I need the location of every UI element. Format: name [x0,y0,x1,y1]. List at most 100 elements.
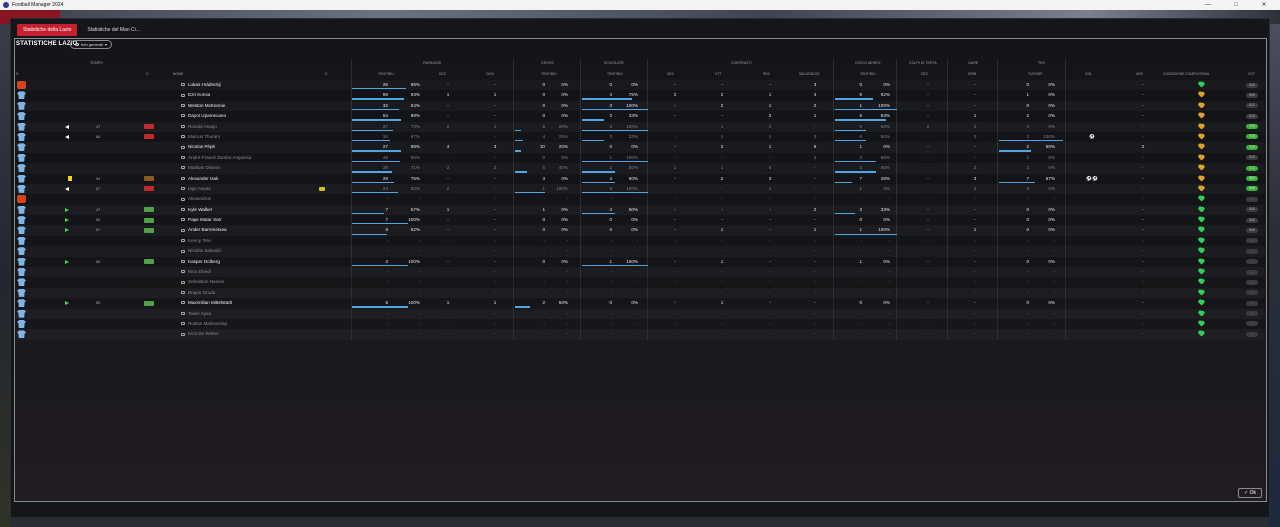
cell-cross-pct: - [566,310,568,316]
player-name[interactable]: Nicolás Salvadó [181,246,221,256]
col-sciv-tent[interactable]: TENT/RIU [607,72,623,76]
player-name[interactable]: Nico Elvedi [181,267,211,277]
player-name[interactable]: Kasper Dolberg [181,257,220,267]
player-name[interactable]: Lukas Hrádecký [181,80,221,90]
table-row[interactable]: Alexandros - - - - - - - - - - - - - - - - - - - - [16,194,1265,205]
table-row[interactable]: Dayot Upamecano 54 88% - -0 0% 3 33% - -3 1 6 83% -1 2… [16,111,1265,122]
table-row[interactable]: 80 Maximilian Mittelstädt 6 100% 1 1 2 50% 0 0% -1… [16,298,1265,309]
table-row[interactable]: Mathias Olivera 28 71% 2 2 5 40% 2 50% 1 1 5-3 66% -2… [16,163,1265,173]
cell-aereo: - [860,310,862,316]
cell-tiri-pct: 0% [1048,82,1055,87]
table-row[interactable]: Nicolas Pépé 27 88% 4 3 10 20% 0 0% -2 1 6 1 0% - -2 50%… [16,142,1265,152]
cell-dec: - [447,279,449,285]
col-nome[interactable]: NOME [173,72,183,76]
player-name[interactable]: Dayot Upamecano [181,111,226,121]
player-name[interactable]: André-Franck Zambo Anguissa [181,153,251,163]
col-testa-dec[interactable]: DEC [921,72,928,76]
table-row[interactable]: Taisin Ayari - - - - - - - - - - - - - - - - - - - - [16,309,1265,319]
col-pass-tent[interactable]: TENT/RIU [378,72,394,76]
player-name[interactable]: Ander Barrenetxea [181,225,227,235]
table-row[interactable]: 67 Ander Barrenetxea 8 62% - -0 0% 0 0% -1-1 1 100%… [16,225,1265,235]
col-n[interactable]: N [16,72,18,76]
shirt-icon [17,330,26,339]
player-name[interactable]: Pape Matar Sarr [181,215,222,225]
table-row[interactable]: Brajan Gruda - - - - - - - - - - - - - - - - - - - - [16,288,1265,298]
player-name[interactable]: Alexandros [181,194,211,204]
player-name[interactable]: Kimi De Winter [181,329,219,339]
player-name[interactable]: Maximilian Mittelstädt [181,298,232,308]
maximize-button[interactable]: □ [1224,0,1248,10]
table-row[interactable]: Weston McKennie 32 84% - -0 0% 3 100% -2 1 2 1 100% -… [16,101,1265,111]
table-row[interactable]: Nico Elvedi - - - - - - - - - - - - - - - - - - - - [16,267,1265,277]
cell-pass-pct: 74% [410,123,420,129]
player-name[interactable]: Nicolas Pépé [181,142,215,152]
table-row[interactable]: 67 Iago Aspas 24 83% 2-1 100% 5 100% - -1-1 0% -2 0 0… [16,184,1265,194]
col-pass-occ[interactable]: OCN [486,72,494,76]
col-gol[interactable]: GOL [1085,72,1092,76]
table-row[interactable]: Kimi De Winter - - - - - - - - - - - - - - - - - - - - [16,329,1265,339]
player-name[interactable]: Sebastian Nanasi [181,277,224,287]
player-name[interactable]: Weston McKennie [181,101,225,111]
col-drib[interactable]: DRIB [968,72,976,76]
cell-sciv: - [610,289,612,295]
player-name[interactable]: Ronald Araujo [181,122,217,132]
subbed-off-icon [65,186,69,191]
player-name[interactable]: Ruslan Malinovskyi [181,319,227,329]
player-name[interactable]: Kenny Tete [181,236,211,246]
tab-mancity-stats[interactable]: Statistiche del Man Ci... [81,24,146,36]
col-pass-dec[interactable]: DEC [439,72,446,76]
table-row[interactable]: Ruslan Malinovskyi - - - - - - - - - - - - - - - - - - - - [16,318,1265,330]
cell-ass: - [1142,269,1144,275]
cell-drib: - [974,279,976,285]
table-row[interactable]: 60 Marcus Thuram 34 67% - -4 25% 3 33% -1 1 3 6 50% -2… [16,131,1265,143]
sub-chip [144,176,154,182]
cell-tiri: 0 [1026,82,1029,87]
player-name[interactable]: Iago Aspas [181,184,211,194]
col-vot[interactable]: VOT [1248,72,1255,76]
cell-pass: - [386,320,388,326]
table-row[interactable]: André-Franck Zambo Anguissa 48 85% - -0 0% 1 10… [16,152,1265,164]
col-contr-rec[interactable]: REC [763,72,770,76]
player-name[interactable]: Mathias Olivera [181,163,220,173]
cell-occ: - [494,185,496,191]
shirt-icon [17,319,26,328]
col-salvataggi[interactable]: SALVATAGGI [799,72,819,76]
table-row[interactable]: Lukas Hrádecký 26 96% - -0 0% 0 0% - - -3 0 0% - -0 0% -… [16,80,1265,90]
col-cross-tent[interactable]: TENT/RIU [541,72,557,76]
player-name[interactable]: Ezri Konsa [181,90,210,100]
player-name[interactable]: Marcus Thuram [181,132,220,142]
table-row[interactable]: 60 Pape Matar Sarr 7 100% - -0 0% 0 0% - - - -0 0% - -0… [16,215,1265,226]
close-button[interactable]: ✕ [1252,0,1276,10]
table-row[interactable]: Ezri Konsa 59 93% 1 1 0 0% 4 75% 2 2 1 4 8 62% - -1 0% -6.… [16,90,1265,101]
table-row[interactable]: 80 Kasper Dolberg 2 100% - -0 0% 1 100% -1- -1 0% - -… [16,256,1265,268]
player-card-icon [181,239,185,243]
table-row[interactable]: 47 Kyle Walker 7 57% 1-1 0% 4 50% - - -2 3 33% - -0 0% -… [16,205,1265,215]
col-condizione[interactable]: CONDIZIONE COMPLESSIVA [1163,72,1209,76]
table-row[interactable]: Nicolás Salvadó - - - - - - - - - - - - - - - - - - - - [16,246,1265,256]
info-general-button[interactable]: Info generali ▾ [70,40,113,49]
cell-sciv: - [610,248,612,254]
col-contr-vtt[interactable]: VTT [715,72,721,76]
col-c[interactable]: C [146,72,148,76]
table-row[interactable]: 47 Ronald Araujo 27 74% 2 1 5 20% 3 100% -1 2-6 50% 2… [16,122,1265,132]
col-tiri[interactable]: TNT/NSP [1028,72,1043,76]
player-name[interactable]: Taisin Ayari [181,309,211,319]
table-row[interactable]: Kenny Tete - - - - - - - - - - - - - - - - - - - - [16,235,1265,247]
cell-cross: 5 [542,123,545,129]
col-c2[interactable]: C [325,72,327,76]
player-name[interactable]: Kyle Walker [181,205,212,215]
cell-cross: - [543,269,545,275]
player-name[interactable]: Brajan Gruda [181,288,215,298]
ok-button[interactable]: ✓ Ok [1238,488,1262,498]
cell-salv: - [814,175,816,181]
minimize-button[interactable]: — [1196,0,1220,10]
table-row[interactable]: Sebastian Nanasi - - - - - - - - - - - - - - - - - - - - [16,277,1265,288]
col-aereo-tent[interactable]: TENT/RIU [860,72,876,76]
tab-lazio-stats[interactable]: Statistiche della Lazio [17,24,78,36]
cell-tiri-pct: 0% [1048,154,1055,160]
col-contr-dec[interactable]: DEC [667,72,674,76]
table-row[interactable]: 94 Alexander Isak 29 75% - -3 0% 4 50% -2 3-7 28% -3… [16,173,1265,184]
player-name[interactable]: Alexander Isak [181,174,218,184]
col-ass[interactable]: ASS [1136,72,1143,76]
player-name-label: Dayot Upamecano [188,113,227,119]
